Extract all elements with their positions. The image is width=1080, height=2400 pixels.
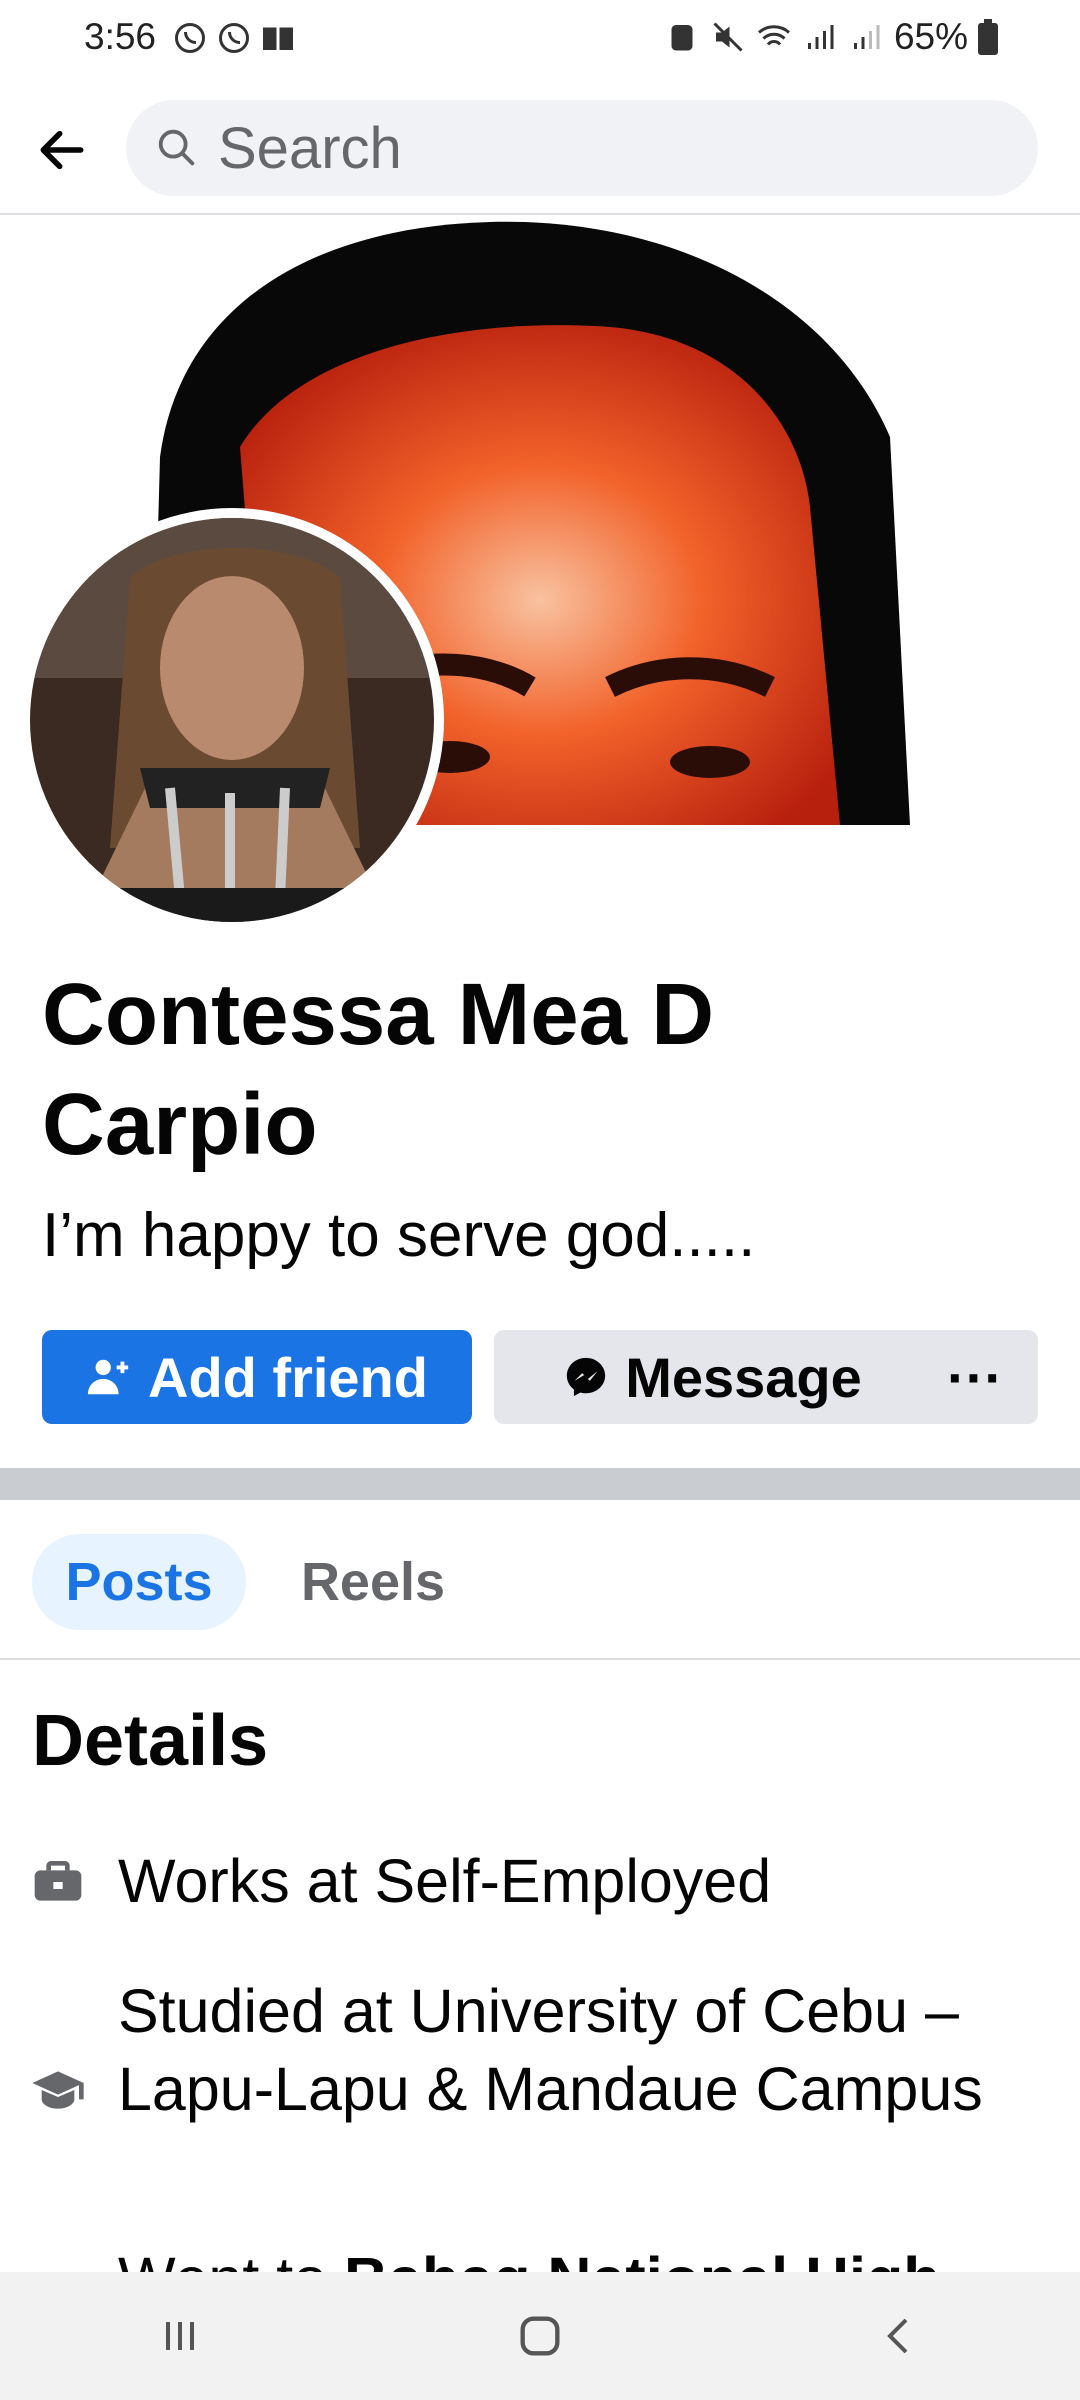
- home-button[interactable]: [480, 2296, 600, 2376]
- home-icon: [520, 2316, 560, 2356]
- details-heading: Details: [32, 1701, 269, 1781]
- signal-icon-2: [853, 25, 880, 49]
- graduation-cap-icon: [32, 2071, 84, 2109]
- battery-icon: [978, 19, 998, 55]
- system-back-button[interactable]: [840, 2296, 960, 2376]
- whatsapp-icon: [175, 23, 205, 53]
- profile-tabs: Posts Reels: [0, 1500, 1080, 1660]
- profile-name: Contessa Mea D Carpio: [42, 966, 715, 1173]
- recent-apps-button[interactable]: [120, 2296, 240, 2376]
- messenger-icon: [567, 1357, 606, 1397]
- recent-apps-icon: [166, 2322, 194, 2350]
- search-placeholder: Search: [218, 115, 402, 181]
- status-bar: 3:56 65%: [0, 0, 1080, 80]
- lock-icon: [671, 25, 693, 51]
- message-button[interactable]: Message: [494, 1330, 931, 1424]
- add-friend-label: Add friend: [148, 1345, 428, 1409]
- message-label: Message: [625, 1345, 862, 1409]
- search-input[interactable]: Search: [126, 100, 1038, 196]
- chevron-left-icon: [887, 2318, 908, 2354]
- search-icon: [158, 129, 195, 166]
- notification-icons: [172, 20, 296, 56]
- profile-actions: Add friend Message ···: [42, 1330, 1038, 1424]
- profile-bio: I’m happy to serve god.....: [42, 1201, 756, 1270]
- wifi-icon: [757, 25, 790, 46]
- more-options-icon: ···: [947, 1345, 1003, 1409]
- search-header: Search: [0, 80, 1080, 215]
- signal-icon: [807, 25, 834, 49]
- system-navigation-bar: [0, 2272, 1080, 2400]
- whatsapp-icon: [219, 23, 249, 53]
- detail-work-text: Works at Self-Employed: [118, 1847, 772, 1915]
- more-options-button[interactable]: ···: [912, 1330, 1038, 1424]
- detail-education-text: Studied at University of Cebu – Lapu-Lap…: [118, 1977, 983, 2123]
- system-icons: 65%: [664, 16, 998, 58]
- section-divider: [0, 1468, 1080, 1500]
- status-time: 3:56: [84, 16, 157, 57]
- profile-picture[interactable]: [20, 508, 444, 932]
- back-arrow-icon: [40, 130, 84, 170]
- tab-posts[interactable]: Posts: [32, 1534, 246, 1630]
- tab-reels[interactable]: Reels: [278, 1534, 468, 1630]
- briefcase-icon: [34, 1861, 82, 1901]
- avatar-image: [30, 518, 434, 922]
- add-friend-button[interactable]: Add friend: [42, 1330, 472, 1424]
- mute-icon: [713, 22, 743, 52]
- back-button[interactable]: [30, 118, 94, 182]
- book-icon: [263, 27, 293, 50]
- battery-percent: 65%: [893, 16, 968, 57]
- add-friend-icon: [87, 1359, 129, 1395]
